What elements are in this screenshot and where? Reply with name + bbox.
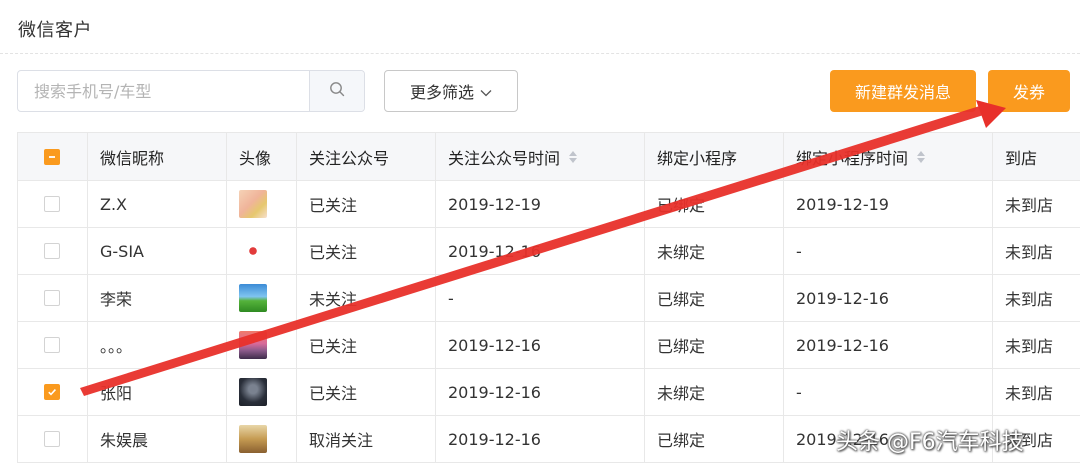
col-header-bind: 绑定小程序 bbox=[645, 133, 784, 181]
row-checkbox-cell bbox=[18, 228, 88, 275]
search-box bbox=[17, 70, 365, 112]
follow-status-cell: 已关注 bbox=[297, 322, 436, 369]
bind-time-cell: - bbox=[784, 369, 993, 416]
table-row: 张阳 已关注 2019-12-16 未绑定 - 未到店 bbox=[18, 369, 1080, 416]
visit-status-cell: 未到店 bbox=[993, 275, 1080, 322]
table-row: G-SIA 已关注 2019-12-16 未绑定 - 未到店 bbox=[18, 228, 1080, 275]
col-header-follow: 关注公众号 bbox=[297, 133, 436, 181]
avatar bbox=[239, 284, 267, 312]
nickname-cell: 李荣 bbox=[88, 275, 227, 322]
bind-status-cell: 已绑定 bbox=[645, 275, 784, 322]
col-header-visit: 到店 bbox=[993, 133, 1080, 181]
row-checkbox[interactable] bbox=[44, 196, 60, 212]
avatar-cell bbox=[227, 181, 297, 228]
table-row: 。。。 已关注 2019-12-16 已绑定 2019-12-16 未到店 bbox=[18, 322, 1080, 369]
col-header-follow-time-label: 关注公众号时间 bbox=[448, 148, 561, 168]
avatar-cell bbox=[227, 322, 297, 369]
avatar-cell bbox=[227, 416, 297, 463]
follow-status-cell: 已关注 bbox=[297, 369, 436, 416]
row-checkbox-cell bbox=[18, 275, 88, 322]
header-checkbox-cell bbox=[18, 133, 88, 181]
follow-time-cell: - bbox=[436, 275, 645, 322]
follow-time-cell: 2019-12-16 bbox=[436, 369, 645, 416]
col-header-nickname: 微信昵称 bbox=[88, 133, 227, 181]
col-header-bind-time-label: 绑定小程序时间 bbox=[796, 148, 909, 168]
visit-status-cell: 未到店 bbox=[993, 369, 1080, 416]
new-mass-message-button[interactable]: 新建群发消息 bbox=[830, 70, 976, 112]
follow-time-cell: 2019-12-19 bbox=[436, 181, 645, 228]
bind-status-cell: 已绑定 bbox=[645, 416, 784, 463]
nickname-cell: 。。。 bbox=[88, 322, 227, 369]
avatar bbox=[239, 425, 267, 453]
watermark: 头条 @F6汽车科技 bbox=[836, 430, 1024, 455]
bind-time-cell: 2019-12-16 bbox=[784, 322, 993, 369]
sort-icon[interactable] bbox=[568, 150, 578, 164]
row-checkbox-cell bbox=[18, 416, 88, 463]
row-checkbox[interactable] bbox=[44, 337, 60, 353]
follow-time-cell: 2019-12-16 bbox=[436, 416, 645, 463]
customer-table: 微信昵称 头像 关注公众号 关注公众号时间 绑定小程序 绑定小程序时间 到店 Z… bbox=[17, 132, 1080, 463]
follow-status-cell: 未关注 bbox=[297, 275, 436, 322]
avatar-cell bbox=[227, 275, 297, 322]
bind-status-cell: 已绑定 bbox=[645, 322, 784, 369]
visit-status-cell: 未到店 bbox=[993, 322, 1080, 369]
sort-icon[interactable] bbox=[916, 150, 926, 164]
nickname-cell: 朱娱晨 bbox=[88, 416, 227, 463]
search-icon bbox=[329, 81, 345, 101]
search-input[interactable] bbox=[18, 71, 309, 111]
page-title: 微信客户 bbox=[18, 20, 92, 41]
col-header-bind-time[interactable]: 绑定小程序时间 bbox=[784, 133, 993, 181]
follow-time-cell: 2019-12-16 bbox=[436, 228, 645, 275]
follow-time-cell: 2019-12-16 bbox=[436, 322, 645, 369]
table-row: Z.X 已关注 2019-12-19 已绑定 2019-12-19 未到店 bbox=[18, 181, 1080, 228]
row-checkbox-cell bbox=[18, 181, 88, 228]
visit-status-cell: 未到店 bbox=[993, 228, 1080, 275]
issue-coupon-button[interactable]: 发券 bbox=[988, 70, 1070, 112]
title-divider bbox=[0, 53, 1080, 54]
bind-status-cell: 未绑定 bbox=[645, 369, 784, 416]
avatar-cell bbox=[227, 369, 297, 416]
avatar bbox=[239, 331, 267, 359]
bind-status-cell: 未绑定 bbox=[645, 228, 784, 275]
row-checkbox[interactable] bbox=[44, 290, 60, 306]
bind-time-cell: 2019-12-16 bbox=[784, 275, 993, 322]
select-all-checkbox[interactable] bbox=[44, 148, 60, 165]
nickname-cell: G-SIA bbox=[88, 228, 227, 275]
visit-status-cell: 未到店 bbox=[993, 181, 1080, 228]
bind-status-cell: 已绑定 bbox=[645, 181, 784, 228]
row-checkbox-cell bbox=[18, 369, 88, 416]
chevron-down-icon bbox=[480, 82, 492, 101]
table-header: 微信昵称 头像 关注公众号 关注公众号时间 绑定小程序 绑定小程序时间 到店 bbox=[18, 133, 1080, 181]
row-checkbox[interactable] bbox=[44, 384, 60, 400]
row-checkbox-cell bbox=[18, 322, 88, 369]
row-checkbox[interactable] bbox=[44, 243, 60, 259]
col-header-follow-time[interactable]: 关注公众号时间 bbox=[436, 133, 645, 181]
follow-status-cell: 已关注 bbox=[297, 228, 436, 275]
nickname-cell: Z.X bbox=[88, 181, 227, 228]
bind-time-cell: 2019-12-19 bbox=[784, 181, 993, 228]
avatar bbox=[239, 237, 267, 265]
avatar-cell bbox=[227, 228, 297, 275]
more-filters-label: 更多筛选 bbox=[409, 83, 474, 102]
table-row: 李荣 未关注 - 已绑定 2019-12-16 未到店 bbox=[18, 275, 1080, 322]
follow-status-cell: 已关注 bbox=[297, 181, 436, 228]
more-filters-button[interactable]: 更多筛选 bbox=[384, 70, 518, 112]
bind-time-cell: - bbox=[784, 228, 993, 275]
col-header-avatar: 头像 bbox=[227, 133, 297, 181]
follow-status-cell: 取消关注 bbox=[297, 416, 436, 463]
avatar bbox=[239, 378, 267, 406]
row-checkbox[interactable] bbox=[44, 431, 60, 447]
avatar bbox=[239, 190, 267, 218]
search-button[interactable] bbox=[309, 71, 364, 111]
nickname-cell: 张阳 bbox=[88, 369, 227, 416]
